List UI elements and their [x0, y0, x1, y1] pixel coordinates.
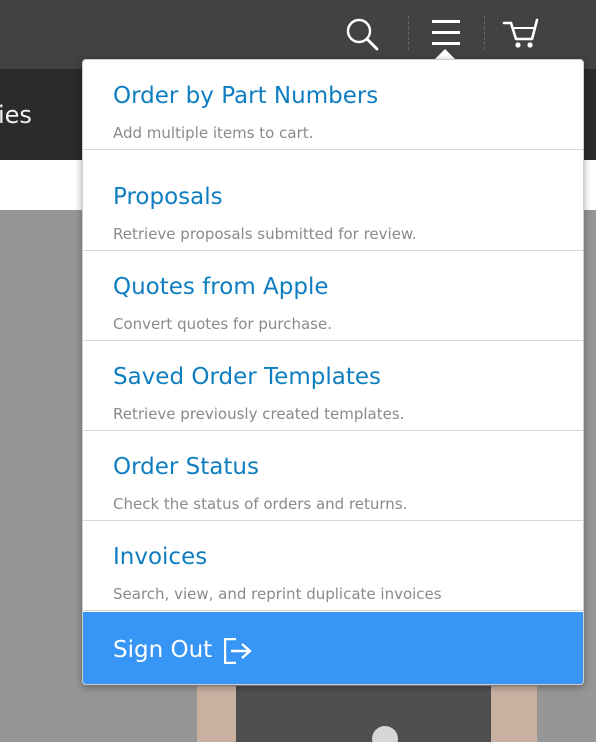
menu-item-description: Retrieve previously created templates. — [113, 405, 405, 423]
menu-item-description: Search, view, and reprint duplicate invo… — [113, 585, 442, 603]
menu-icon[interactable] — [425, 14, 467, 54]
menu-item-title[interactable]: Saved Order Templates — [113, 363, 381, 391]
menu-item-title[interactable]: Order by Part Numbers — [113, 82, 378, 110]
menu-item-title[interactable]: Order Status — [113, 453, 259, 481]
sign-out-label: Sign Out — [113, 637, 213, 663]
product-image-device — [236, 686, 491, 742]
menu-item-title[interactable]: Proposals — [113, 183, 223, 211]
menu-item-saved-order-templates[interactable]: Saved Order Templates Retrieve previousl… — [83, 341, 583, 431]
menu-item-order-status[interactable]: Order Status Check the status of orders … — [83, 431, 583, 521]
menu-item-title[interactable]: Quotes from Apple — [113, 273, 329, 301]
subnav-label[interactable]: ies — [0, 100, 32, 130]
toolbar-divider — [484, 16, 485, 50]
menu-item-title[interactable]: Invoices — [113, 543, 207, 571]
toolbar-divider — [408, 16, 409, 50]
search-icon[interactable] — [342, 14, 382, 54]
menu-item-proposals[interactable]: Proposals Retrieve proposals submitted f… — [83, 161, 583, 251]
menu-item-description: Check the status of orders and returns. — [113, 495, 408, 513]
menu-item-description: Convert quotes for purchase. — [113, 315, 332, 333]
sign-out-button[interactable]: Sign Out — [83, 612, 583, 684]
account-menu-dropdown: Order by Part Numbers Add multiple items… — [82, 59, 584, 685]
menu-item-order-by-part-numbers[interactable]: Order by Part Numbers Add multiple items… — [83, 60, 583, 150]
menu-item-invoices[interactable]: Invoices Search, view, and reprint dupli… — [83, 521, 583, 611]
menu-item-quotes-from-apple[interactable]: Quotes from Apple Convert quotes for pur… — [83, 251, 583, 341]
menu-item-description: Retrieve proposals submitted for review. — [113, 225, 417, 243]
cart-icon[interactable] — [500, 14, 544, 54]
sign-out-icon — [223, 637, 252, 665]
menu-item-description: Add multiple items to cart. — [113, 124, 314, 142]
